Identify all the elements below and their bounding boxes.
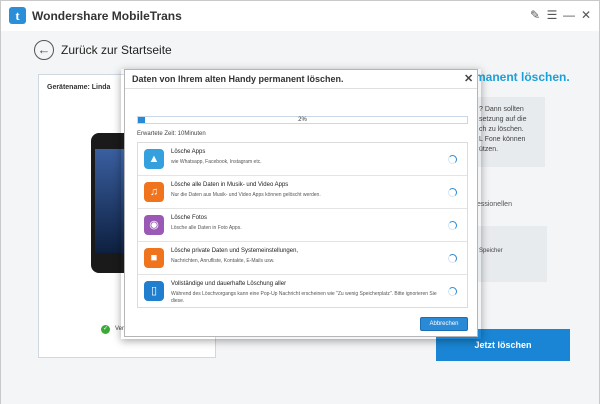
loading-spinner-icon: [448, 155, 457, 164]
list-item: ◉ Lösche Fotos Lösche alle Daten in Foto…: [138, 209, 467, 242]
option-card: Speicher: [475, 226, 547, 282]
info-card-text: ? Dann sollten setzung auf die ch zu lös…: [479, 106, 527, 153]
title-bar: t Wondershare MobileTrans ✎ ☰ — ✕: [1, 1, 599, 31]
page-heading: manent löschen.: [475, 70, 570, 84]
dialog-header: Daten von Ihrem alten Handy permanent lö…: [125, 70, 477, 89]
erase-dialog: Daten von Ihrem alten Handy permanent lö…: [124, 69, 478, 337]
list-item: ▯ Vollständige und dauerhafte Löschung a…: [138, 275, 467, 308]
erase-task-list: ▲ Lösche Apps wie Whatsapp, Facebook, In…: [137, 142, 468, 308]
loading-spinner-icon: [448, 188, 457, 197]
loading-spinner-icon: [448, 287, 457, 296]
estimated-time: Erwartete Zeit: 10Minuten: [137, 131, 206, 137]
cancel-button[interactable]: Abbrechen: [420, 317, 468, 331]
progress-bar: 2%: [137, 116, 468, 124]
dialog-close-icon[interactable]: ✕: [464, 72, 473, 85]
item-title: Lösche Apps: [171, 149, 206, 155]
check-icon: ✓: [101, 325, 110, 334]
item-description: Während des Löschvorgangs kann eine Pop-…: [171, 291, 437, 304]
app-logo-icon: t: [9, 7, 26, 24]
item-title: Lösche Fotos: [171, 215, 208, 221]
back-link[interactable]: Zurück zur Startseite: [61, 43, 172, 57]
progress-text: 2%: [298, 117, 307, 123]
item-description: Nachrichten, Anrufliste, Kontakte, E-Mai…: [171, 258, 275, 264]
list-item: ■ Lösche private Daten und Systemeinstel…: [138, 242, 467, 275]
loading-spinner-icon: [448, 221, 457, 230]
menu-icon[interactable]: ☰: [545, 8, 559, 22]
minimize-icon[interactable]: —: [562, 8, 576, 22]
list-item: ♫ Lösche alle Daten in Musik- und Video …: [138, 176, 467, 209]
item-title: Lösche private Daten und Systemeinstellu…: [171, 248, 299, 254]
feedback-icon[interactable]: ✎: [528, 8, 542, 22]
item-description: Lösche alle Daten in Foto Apps.: [171, 225, 242, 231]
app-store-icon: ▲: [144, 149, 164, 169]
camera-icon: ◉: [144, 215, 164, 235]
close-icon[interactable]: ✕: [579, 8, 593, 22]
info-card: ? Dann sollten setzung auf die ch zu lös…: [475, 97, 545, 167]
device-name: Gerätename: Linda: [47, 84, 111, 91]
item-description: Nur die Daten aus Musik- und Video Apps …: [171, 192, 321, 198]
item-description: wie Whatsapp, Facebook, Instagram etc.: [171, 159, 262, 165]
loading-spinner-icon: [448, 254, 457, 263]
app-window: t Wondershare MobileTrans ✎ ☰ — ✕ ← Zurü…: [0, 0, 600, 404]
app-title: Wondershare MobileTrans: [32, 9, 182, 23]
phone-icon: ▯: [144, 281, 164, 301]
option-card-text: Speicher: [479, 248, 503, 254]
back-arrow-icon[interactable]: ←: [34, 40, 54, 60]
lock-icon: ■: [144, 248, 164, 268]
dialog-title: Daten von Ihrem alten Handy permanent lö…: [132, 74, 344, 84]
music-icon: ♫: [144, 182, 164, 202]
item-title: Lösche alle Daten in Musik- und Video Ap…: [171, 182, 289, 188]
list-item: ▲ Lösche Apps wie Whatsapp, Facebook, In…: [138, 143, 467, 176]
item-title: Vollständige und dauerhafte Löschung all…: [171, 281, 287, 287]
